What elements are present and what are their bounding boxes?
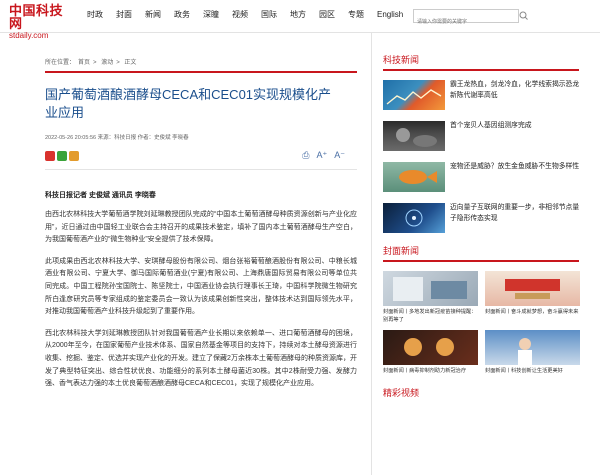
article-column: 所在位置： 首页 > 滚动 > 正文 国产葡萄酒酿酒酵母CECA和CEC01实现规模化… bbox=[45, 33, 357, 391]
list-item[interactable]: 封面新闻丨病毒抑制剂助力新冠治疗 bbox=[383, 330, 478, 376]
news-thumbnail[interactable] bbox=[383, 162, 445, 192]
nav-item-difang[interactable]: 地方 bbox=[290, 10, 306, 20]
meta-divider bbox=[45, 169, 357, 170]
nav-item-guoji[interactable]: 国际 bbox=[261, 10, 277, 20]
cover-thumbnail[interactable] bbox=[383, 271, 478, 306]
sidebar-section-divider bbox=[383, 260, 579, 262]
news-headline[interactable]: 迈向量子互联网的重要一步，非相邻节点量子隐形传态实现 bbox=[450, 203, 580, 233]
breadcrumb-home[interactable]: 首页 bbox=[78, 60, 90, 66]
search-box bbox=[413, 9, 528, 28]
article-paragraph: 西北农林科技大学刘延琳教授团队针对我国葡萄酒产业长期以来依赖单一、进口葡萄酒酵母… bbox=[45, 329, 357, 388]
cover-thumbnail[interactable] bbox=[383, 330, 478, 365]
top-bar: 中国科技网 stdaily.com 时政 封面 新闻 政务 深瞳 视频 国际 地… bbox=[0, 0, 600, 40]
cover-caption[interactable]: 封面新闻丨科技创新让生活更美好 bbox=[485, 368, 580, 376]
nav-item-yuanqu[interactable]: 园区 bbox=[319, 10, 335, 20]
sidebar-section-title[interactable]: 精彩视频 bbox=[383, 386, 600, 399]
sidebar-section-divider bbox=[383, 69, 579, 71]
breadcrumb-sep: > bbox=[116, 60, 122, 66]
breadcrumb-label: 所在位置： bbox=[45, 60, 76, 66]
list-item[interactable]: 首个宠贝人基因组测序完成 bbox=[383, 121, 580, 151]
tech-news-list: 霸王龙热血，剑龙冷血，化学线索揭示恐龙新陈代谢率高低 首个宠贝人基因组测序完成 … bbox=[383, 80, 580, 233]
breadcrumb-scroll[interactable]: 滚动 bbox=[101, 60, 113, 66]
breadcrumb: 所在位置： 首页 > 滚动 > 正文 bbox=[45, 59, 357, 67]
news-thumbnail[interactable] bbox=[383, 80, 445, 110]
sidebar-section-title[interactable]: 科技新闻 bbox=[383, 53, 600, 66]
weibo-share-icon[interactable] bbox=[45, 151, 55, 161]
list-item[interactable]: 封面新闻丨奋斗成就梦想，奋斗赢得未来 bbox=[485, 271, 580, 324]
cover-news-grid: 封面新闻丨多地发出新冠疫苗接种提醒：别再等了 封面新闻丨奋斗成就梦想，奋斗赢得未… bbox=[383, 271, 580, 382]
list-item[interactable]: 宠物还是威胁？放生金鱼威胁不生物多样性 bbox=[383, 162, 580, 192]
news-headline[interactable]: 首个宠贝人基因组测序完成 bbox=[450, 121, 532, 151]
breadcrumb-divider bbox=[45, 71, 357, 73]
cover-caption[interactable]: 封面新闻丨多地发出新冠疫苗接种提醒：别再等了 bbox=[383, 309, 478, 324]
news-thumbnail[interactable] bbox=[383, 121, 445, 151]
nav-item-shizheng[interactable]: 时政 bbox=[87, 10, 103, 20]
cover-caption[interactable]: 封面新闻丨奋斗成就梦想，奋斗赢得未来 bbox=[485, 309, 580, 317]
article-reporter: 科技日报记者 史俊斌 通讯员 李晓春 bbox=[45, 192, 156, 199]
breadcrumb-current: 正文 bbox=[124, 60, 137, 66]
sidebar-section-title[interactable]: 封面新闻 bbox=[383, 244, 600, 257]
news-headline[interactable]: 宠物还是威胁？放生金鱼威胁不生物多样性 bbox=[450, 162, 579, 192]
sidebar: 科技新闻 霸王龙热血，剑龙冷血，化学线索揭示恐龙新陈代谢率高低 首个宠贝人基因组… bbox=[371, 33, 600, 475]
font-increase-icon[interactable]: A⁺ bbox=[316, 150, 327, 161]
cover-thumbnail[interactable] bbox=[485, 271, 580, 306]
nav-item-fengmian[interactable]: 封面 bbox=[116, 10, 132, 20]
main-nav: 时政 封面 新闻 政务 深瞳 视频 国际 地方 园区 专题 English 滚动 bbox=[87, 10, 445, 20]
article-meta: 2022-05-26 20:05:56 来源：科技日报 作者：史俊斌 李晓春 bbox=[45, 135, 189, 141]
news-headline[interactable]: 霸王龙热血，剑龙冷血，化学线索揭示恐龙新陈代谢率高低 bbox=[450, 80, 580, 110]
qzone-share-icon[interactable] bbox=[69, 151, 79, 161]
font-decrease-icon[interactable]: A⁻ bbox=[334, 150, 345, 161]
breadcrumb-sep: > bbox=[93, 60, 99, 66]
print-icon[interactable]: ⎙ bbox=[302, 150, 309, 161]
list-item[interactable]: 迈向量子互联网的重要一步，非相邻节点量子隐形传态实现 bbox=[383, 203, 580, 233]
article-paragraph: 此项成果由西北农林科技大学、安琪酵母股份有限公司、烟台张裕葡萄酿酒股份有限公司、… bbox=[45, 257, 357, 316]
cover-thumbnail[interactable] bbox=[485, 330, 580, 365]
search-input[interactable] bbox=[414, 16, 518, 28]
list-item[interactable]: 霸王龙热血，剑龙冷血，化学线索揭示恐龙新陈代谢率高低 bbox=[383, 80, 580, 110]
wechat-share-icon[interactable] bbox=[57, 151, 67, 161]
logo-chinese: 中国科技网 bbox=[9, 3, 64, 31]
list-item[interactable]: 封面新闻丨科技创新让生活更美好 bbox=[485, 330, 580, 376]
article-title: 国产葡萄酒酿酒酵母CECA和CEC01实现规模化产业应用 bbox=[45, 87, 332, 120]
article-paragraph: 由西北农林科技大学葡萄酒学院刘延琳教授团队完成的“中国本土葡萄酒酵母种质资源创新… bbox=[45, 211, 357, 244]
cover-caption[interactable]: 封面新闻丨病毒抑制剂助力新冠治疗 bbox=[383, 368, 478, 376]
search-icon[interactable] bbox=[518, 9, 529, 23]
news-thumbnail[interactable] bbox=[383, 203, 445, 233]
nav-item-shipin[interactable]: 视频 bbox=[232, 10, 248, 20]
share-bar: ⎙ A⁺ A⁻ bbox=[45, 150, 357, 162]
article-tools: ⎙ A⁺ A⁻ bbox=[295, 150, 345, 161]
nav-item-english[interactable]: English bbox=[377, 10, 403, 20]
nav-item-xinwen[interactable]: 新闻 bbox=[145, 10, 161, 20]
nav-item-shentong[interactable]: 深瞳 bbox=[203, 10, 219, 20]
list-item[interactable]: 封面新闻丨多地发出新冠疫苗接种提醒：别再等了 bbox=[383, 271, 478, 324]
nav-item-zhengwu[interactable]: 政务 bbox=[174, 10, 190, 20]
nav-item-zhuanti[interactable]: 专题 bbox=[348, 10, 364, 20]
